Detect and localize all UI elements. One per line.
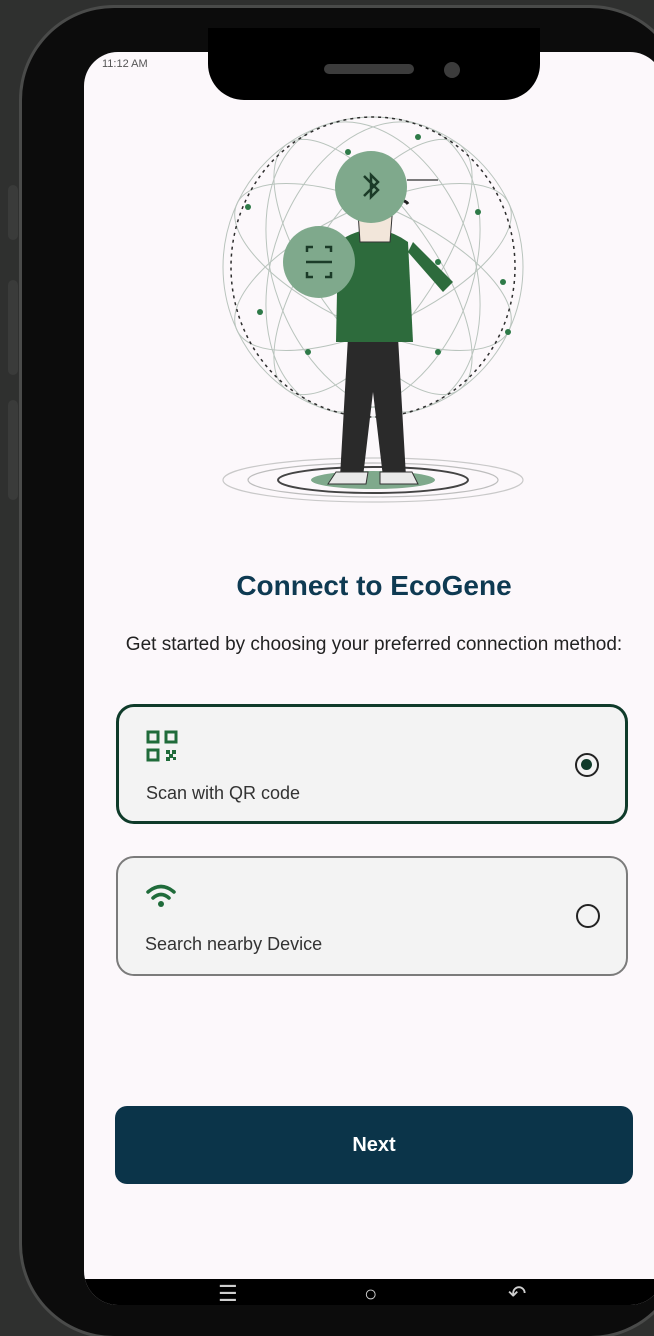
back-icon[interactable]: ↶ bbox=[508, 1283, 526, 1305]
home-icon[interactable]: ○ bbox=[364, 1283, 377, 1305]
page-subtitle: Get started by choosing your preferred c… bbox=[125, 634, 623, 655]
speaker-grille bbox=[324, 64, 414, 74]
option-qr-code[interactable]: Scan with QR code bbox=[116, 704, 628, 824]
volume-up-button bbox=[8, 185, 18, 240]
app-screen: 11:12 AM Connect to EcoGene Get started … bbox=[84, 52, 654, 1305]
notch bbox=[208, 28, 540, 100]
option-label: Search nearby Device bbox=[145, 934, 323, 954]
wifi-icon bbox=[146, 884, 176, 907]
power-button bbox=[8, 400, 18, 500]
radio-unselected[interactable] bbox=[576, 904, 600, 928]
system-nav-bar: ☰ ○ ↶ bbox=[84, 1279, 654, 1305]
option-label: Scan with QR code bbox=[146, 783, 301, 803]
connect-illustration bbox=[222, 116, 524, 503]
page-title: Connect to EcoGene bbox=[236, 570, 512, 601]
front-camera bbox=[444, 62, 460, 78]
status-time: 11:12 AM bbox=[102, 58, 148, 70]
volume-down-button bbox=[8, 280, 18, 375]
option-search-device[interactable]: Search nearby Device bbox=[116, 856, 628, 976]
next-button[interactable]: Next bbox=[115, 1106, 633, 1184]
radio-selected[interactable] bbox=[575, 753, 599, 777]
menu-icon[interactable]: ☰ bbox=[218, 1283, 238, 1305]
qr-code-icon bbox=[146, 730, 178, 762]
phone-frame: 11:12 AM Connect to EcoGene Get started … bbox=[22, 8, 654, 1336]
scan-badge bbox=[283, 226, 355, 298]
